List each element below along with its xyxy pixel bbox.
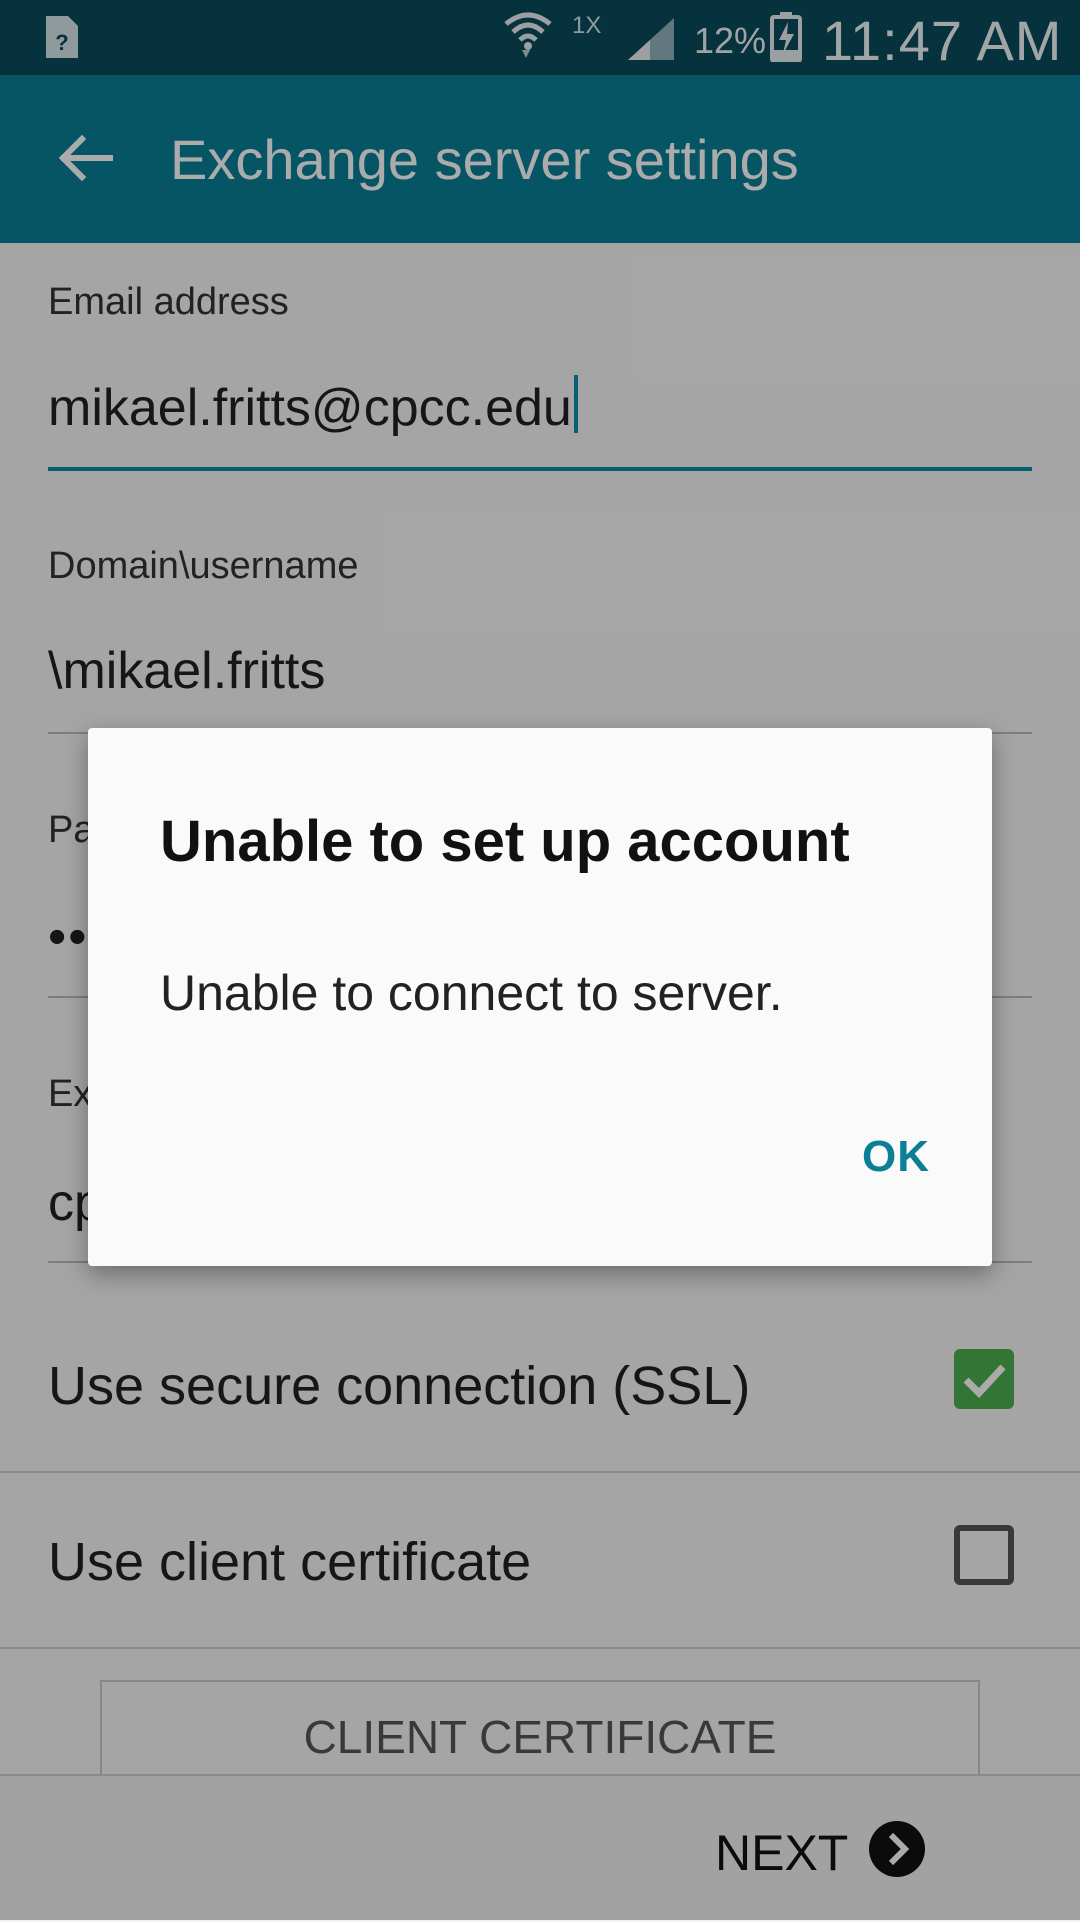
dialog-ok-button[interactable]: OK xyxy=(862,1132,930,1182)
dialog-title: Unable to set up account xyxy=(160,809,850,874)
dialog-message: Unable to connect to server. xyxy=(160,965,783,1021)
error-dialog: Unable to set up account Unable to conne… xyxy=(88,728,992,1266)
